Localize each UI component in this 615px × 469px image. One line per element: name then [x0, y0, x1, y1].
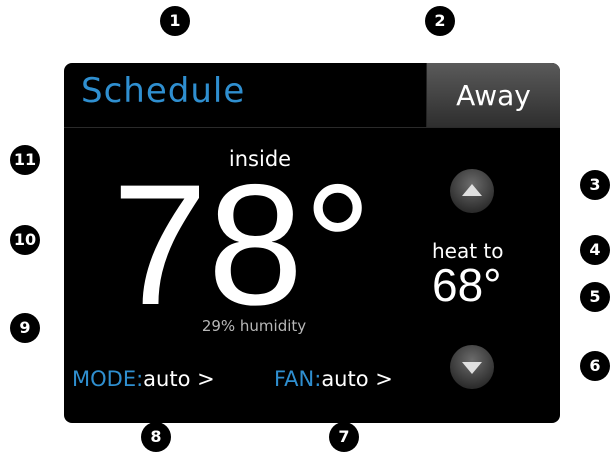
callout-badge-10: 10: [10, 225, 40, 255]
triangle-up-icon: [462, 184, 482, 196]
fan-selector[interactable]: FAN:auto >: [274, 367, 393, 391]
temperature-down-button[interactable]: [450, 345, 494, 389]
callout-badge-11: 11: [10, 145, 40, 175]
current-temperature: 78°: [112, 149, 373, 341]
thermostat-screen: Schedule Away inside 78° 29% humidity MO…: [64, 63, 560, 423]
schedule-button[interactable]: Schedule: [81, 71, 245, 111]
callout-badge-3: 3: [580, 170, 610, 200]
callout-badge-1: 1: [160, 6, 190, 36]
callout-badge-9: 9: [10, 313, 40, 343]
away-button[interactable]: Away: [426, 63, 560, 127]
temperature-up-button[interactable]: [450, 169, 494, 213]
triangle-down-icon: [462, 362, 482, 374]
diagram-stage: Schedule Away inside 78° 29% humidity MO…: [0, 0, 615, 469]
callout-badge-5: 5: [580, 282, 610, 312]
callout-badge-8: 8: [141, 422, 171, 452]
top-bar: Schedule Away: [64, 63, 560, 128]
callout-badge-6: 6: [580, 351, 610, 381]
callout-badge-4: 4: [580, 235, 610, 265]
mode-label: MODE:: [72, 367, 144, 391]
fan-label: FAN:: [274, 367, 322, 391]
humidity-readout: 29% humidity: [201, 317, 307, 335]
setpoint-temperature: 68°: [432, 259, 502, 311]
callout-badge-7: 7: [329, 422, 359, 452]
fan-value: auto >: [321, 367, 393, 391]
mode-value: auto >: [143, 367, 215, 391]
mode-selector[interactable]: MODE:auto >: [72, 367, 215, 391]
callout-badge-2: 2: [425, 6, 455, 36]
